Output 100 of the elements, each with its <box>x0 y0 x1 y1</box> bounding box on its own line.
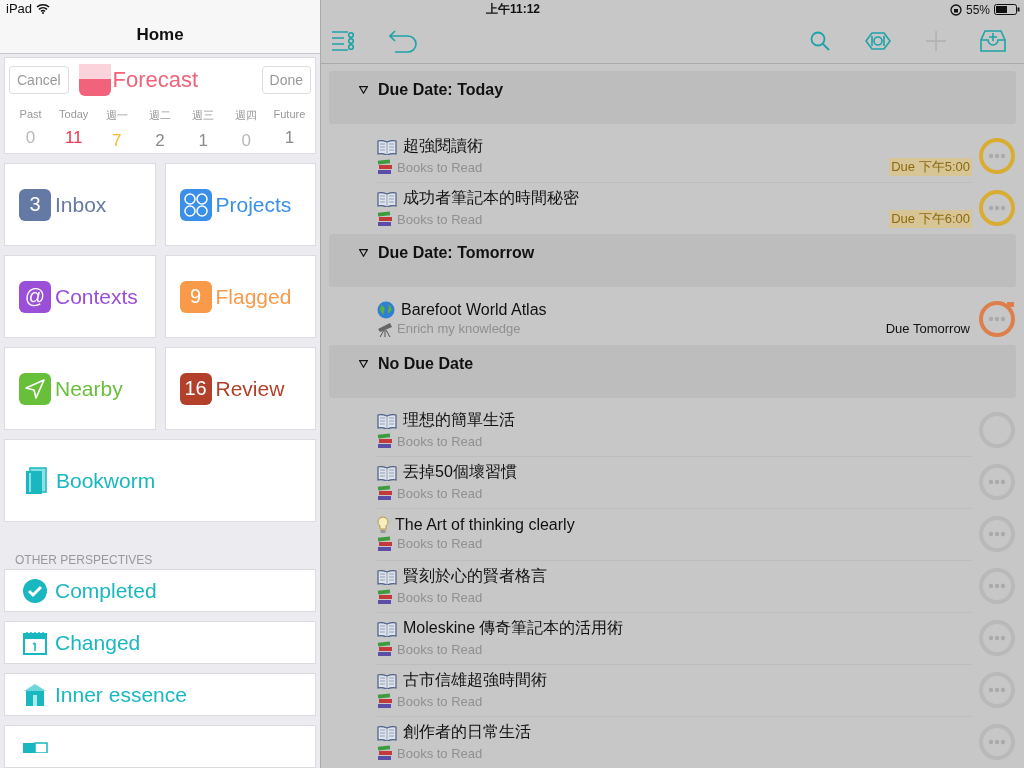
task-title: 創作者的日常生活 <box>403 722 531 742</box>
books-stack-icon <box>377 693 393 709</box>
group-title: Due Date: Today <box>378 81 504 99</box>
status-circle-icon[interactable] <box>978 300 1016 338</box>
tile-label: Flagged <box>215 284 292 309</box>
group-title: No Due Date <box>378 355 474 373</box>
books-stack-icon <box>377 589 393 605</box>
view-options-icon[interactable] <box>864 32 892 51</box>
task-title: The Art of thinking clearly <box>395 515 575 534</box>
perspective-tile[interactable]: 9 Flagged <box>164 255 316 338</box>
count-badge: 9 <box>179 280 212 313</box>
status-circle-icon[interactable] <box>978 515 1016 553</box>
status-time: 上午11:12 <box>486 1 541 19</box>
rotation-lock-icon <box>949 3 962 16</box>
task-title: 賢刻於心的賢者格言 <box>403 566 547 586</box>
calendar-icon <box>23 630 47 655</box>
folder-icon <box>23 740 49 753</box>
search-icon[interactable] <box>810 31 830 52</box>
group-header[interactable]: No Due Date <box>329 345 1016 398</box>
open-book-icon <box>377 672 397 689</box>
day-count: 7 <box>112 131 122 151</box>
task-title: 成功者筆記本的時間秘密 <box>403 188 579 208</box>
perspective-tile[interactable]: 3 Inbox <box>4 163 156 246</box>
tile-label: Inbox <box>55 192 107 217</box>
status-circle-icon[interactable] <box>978 619 1016 657</box>
task-title: Moleskine 傳奇筆記本的活用術 <box>403 618 624 638</box>
task-title: 超強閱讀術 <box>403 136 483 156</box>
tile-label: Bookworm <box>56 468 156 493</box>
device-name: iPad <box>6 0 33 16</box>
books-stack-icon <box>377 745 393 761</box>
open-book-icon <box>377 464 397 481</box>
perspective-row[interactable]: Inner essence <box>4 673 316 716</box>
day-label: Past <box>19 108 42 120</box>
book-icon <box>24 466 48 495</box>
inbox-add-icon[interactable] <box>980 30 1006 53</box>
status-circle-icon[interactable] <box>978 463 1016 501</box>
count-badge: 16 <box>179 372 212 405</box>
due-label: Due Tomorrow <box>884 321 971 336</box>
day-label: 週二 <box>149 108 171 123</box>
perspective-row[interactable] <box>4 725 316 768</box>
day-label: Future <box>273 108 306 120</box>
disclosure-triangle-icon <box>359 360 368 368</box>
status-circle-icon[interactable] <box>978 671 1016 709</box>
undo-icon[interactable] <box>389 29 419 54</box>
group-header[interactable]: Due Date: Tomorrow <box>329 234 1016 287</box>
task-title: 古市信雄超強時間術 <box>403 670 547 690</box>
tile-label: Review <box>215 376 285 401</box>
perspective-tile[interactable]: Projects <box>164 163 316 246</box>
task-title: 丟掉50個壞習慣 <box>403 462 517 482</box>
checkmark-icon <box>23 578 47 603</box>
group-title: Due Date: Tomorrow <box>378 244 535 262</box>
day-count: 0 <box>241 131 251 151</box>
day-label: Today <box>59 108 89 120</box>
status-circle-icon[interactable] <box>978 723 1016 761</box>
day-count: 1 <box>284 128 295 148</box>
books-stack-icon <box>377 159 393 175</box>
day-label: 週一 <box>105 108 128 123</box>
perspective-tile[interactable]: @ Contexts <box>4 255 156 338</box>
status-circle-icon[interactable] <box>978 567 1016 605</box>
group-header[interactable]: Due Date: Today <box>329 71 1016 124</box>
battery-icon <box>994 4 1020 16</box>
count-badge: 3 <box>19 188 51 221</box>
count-badge: @ <box>19 280 51 313</box>
books-stack-icon <box>377 433 393 449</box>
wifi-icon <box>36 2 51 14</box>
perspective-label: Changed <box>55 630 141 655</box>
done-button[interactable]: Done <box>261 66 311 94</box>
status-circle-icon[interactable] <box>978 189 1016 227</box>
due-label: Due 下午5:00 <box>889 158 972 176</box>
day-count: 0 <box>25 128 36 148</box>
house-icon <box>23 682 47 707</box>
open-book-icon <box>377 620 397 637</box>
open-book-icon <box>377 724 397 741</box>
perspective-tile[interactable]: 16 Review <box>164 347 316 430</box>
menu-icon[interactable] <box>331 30 355 53</box>
perspective-label: Completed <box>55 578 157 603</box>
task-title: 理想的簡單生活 <box>403 410 515 430</box>
task-title: Barefoot World Atlas <box>401 300 547 319</box>
section-header: OTHER PERSPECTIVES <box>14 552 154 567</box>
tile-label: Nearby <box>55 376 123 401</box>
open-book-icon <box>377 568 397 585</box>
cancel-button[interactable]: Cancel <box>9 66 69 94</box>
calendar-icon <box>78 64 111 96</box>
books-stack-icon <box>377 641 393 657</box>
globe-icon <box>377 300 395 319</box>
due-label: Due 下午6:00 <box>889 210 972 228</box>
perspective-tile[interactable]: Nearby <box>4 347 156 430</box>
books-stack-icon <box>377 211 393 227</box>
lightbulb-icon <box>377 515 389 534</box>
perspective-label: Inner essence <box>55 682 187 707</box>
day-count: 1 <box>198 131 208 151</box>
perspective-row[interactable]: Completed <box>4 569 316 612</box>
bookworm-tile[interactable]: Bookworm <box>4 439 316 522</box>
day-count: 11 <box>64 128 83 148</box>
forecast-label: Forecast <box>112 67 199 93</box>
telescope-icon <box>377 320 393 337</box>
open-book-icon <box>377 190 397 207</box>
status-circle-icon[interactable] <box>978 137 1016 175</box>
perspective-row[interactable]: Changed <box>4 621 316 664</box>
open-book-icon <box>377 412 397 429</box>
